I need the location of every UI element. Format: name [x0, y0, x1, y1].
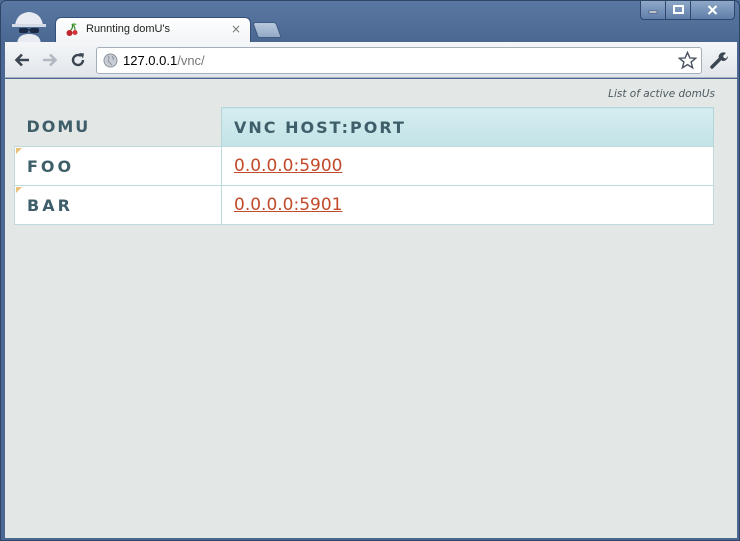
star-icon[interactable]: [678, 51, 697, 70]
vnc-cell: 0.0.0.0:5900: [221, 146, 714, 186]
browser-toolbar: 127.0.0.1/vnc/: [5, 42, 737, 78]
row-marker-icon: [16, 148, 22, 154]
domu-name-cell: FOO: [14, 146, 222, 186]
back-arrow-icon: [14, 53, 29, 67]
row-marker-icon: [16, 187, 22, 193]
cherry-icon: [66, 23, 78, 36]
close-icon: [707, 5, 718, 15]
wrench-icon[interactable]: [709, 50, 729, 70]
vnc-link[interactable]: 0.0.0.0:5900: [234, 156, 342, 176]
tab-close-icon[interactable]: ×: [231, 22, 241, 36]
forward-arrow-icon: [43, 53, 58, 67]
table-header-row: DOMU VNC HOST:PORT: [15, 107, 714, 147]
close-button[interactable]: [691, 1, 735, 20]
incognito-icon: [12, 12, 46, 45]
forward-button[interactable]: [40, 50, 60, 70]
maximize-icon: [672, 5, 684, 14]
back-button[interactable]: [12, 50, 32, 70]
new-tab-button[interactable]: [252, 22, 282, 38]
table-row: FOO 0.0.0.0:5900: [14, 146, 714, 186]
domu-table: DOMU VNC HOST:PORT FOO 0.0.0.0:5900 BAR …: [14, 107, 714, 225]
tab-title: Runnting domU's: [86, 23, 171, 35]
domu-name: BAR: [27, 195, 73, 215]
window-controls: [640, 1, 735, 20]
column-header-vnc: VNC HOST:PORT: [221, 107, 714, 147]
url-path: /vnc/: [177, 53, 205, 68]
url-text[interactable]: 127.0.0.1/vnc/: [123, 53, 205, 68]
vnc-link[interactable]: 0.0.0.0:5901: [234, 195, 342, 215]
browser-tab[interactable]: Runnting domU's ×: [55, 17, 251, 42]
vnc-cell: 0.0.0.0:5901: [221, 185, 714, 225]
column-header-domu: DOMU: [26, 117, 91, 137]
page-content: List of active domUs DOMU VNC HOST:PORT …: [5, 79, 737, 538]
minimize-button[interactable]: [640, 1, 666, 20]
url-host: 127.0.0.1: [123, 53, 178, 68]
domu-name: FOO: [27, 156, 75, 176]
browser-window: Runnting domU's × 127.0.0.1/vnc/ List of…: [0, 0, 740, 541]
globe-icon: [103, 53, 118, 68]
reload-icon: [71, 53, 85, 67]
table-caption: List of active domUs: [608, 88, 715, 100]
address-bar[interactable]: 127.0.0.1/vnc/: [96, 47, 702, 74]
maximize-button[interactable]: [666, 1, 691, 20]
reload-button[interactable]: [68, 50, 88, 70]
minimize-icon: [648, 10, 658, 14]
domu-name-cell: BAR: [14, 185, 222, 225]
table-row: BAR 0.0.0.0:5901: [14, 185, 714, 225]
